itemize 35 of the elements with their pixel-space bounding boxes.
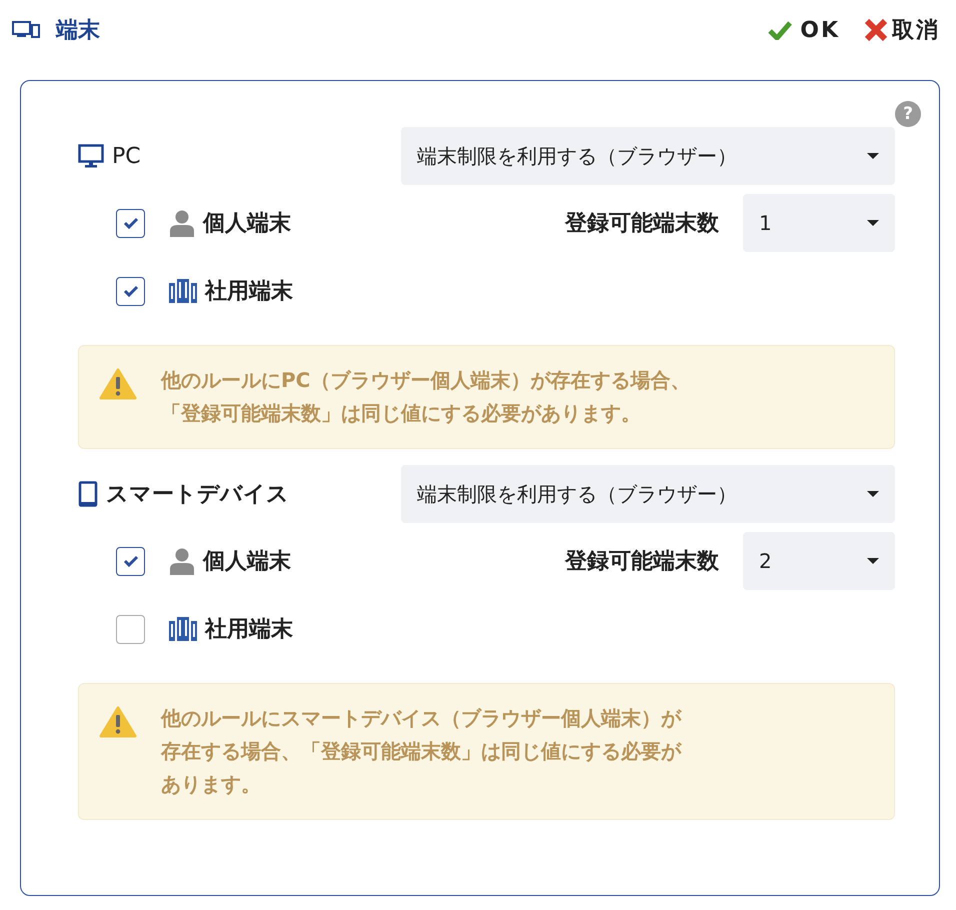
warning-message: 他のルールにPC（ブラウザー個人端末）が存在する場合、 「登録可能端末数」は同じ値にする必要があります。 <box>161 367 690 427</box>
count-label: 登録可能端末数 <box>565 210 719 238</box>
check-icon <box>122 555 138 567</box>
check-icon <box>122 217 138 229</box>
option-label: 個人端末 <box>203 548 291 576</box>
count-label: 登録可能端末数 <box>565 548 719 576</box>
cancel-button[interactable]: 取消 <box>864 14 940 46</box>
close-icon <box>864 18 888 42</box>
count-dropdown[interactable]: 2 <box>743 532 895 590</box>
mode-dropdown[interactable]: 端末制限を利用する（ブラウザー） <box>401 127 895 185</box>
building-icon <box>169 279 197 303</box>
checkbox[interactable] <box>116 276 145 306</box>
devices-icon <box>12 20 40 40</box>
section-label: PC <box>112 142 141 170</box>
option-label: 個人端末 <box>203 210 291 238</box>
page-title: 端末 <box>56 16 100 44</box>
ok-button[interactable]: OK <box>768 14 840 46</box>
option-label: 社用端末 <box>205 616 293 644</box>
section-label: スマートデバイス <box>106 480 289 508</box>
tablet-icon <box>78 481 98 507</box>
check-icon <box>768 20 792 40</box>
checkbox[interactable] <box>116 208 145 238</box>
warning-icon <box>99 368 137 400</box>
person-icon <box>169 209 195 237</box>
checkbox[interactable] <box>116 546 145 576</box>
person-icon <box>169 547 195 575</box>
mode-dropdown[interactable]: 端末制限を利用する（ブラウザー） <box>401 465 895 523</box>
building-icon <box>169 617 197 641</box>
option-label: 社用端末 <box>205 278 293 306</box>
check-icon <box>122 285 138 297</box>
count-dropdown[interactable]: 1 <box>743 194 895 252</box>
warning-message: 他のルールにスマートデバイス（ブラウザー個人端末）が 存在する場合、「登録可能端末数」は同じ値にする必要が あります。 <box>161 705 681 798</box>
warning-icon <box>99 706 137 738</box>
monitor-icon <box>78 144 104 168</box>
checkbox[interactable] <box>116 614 145 644</box>
